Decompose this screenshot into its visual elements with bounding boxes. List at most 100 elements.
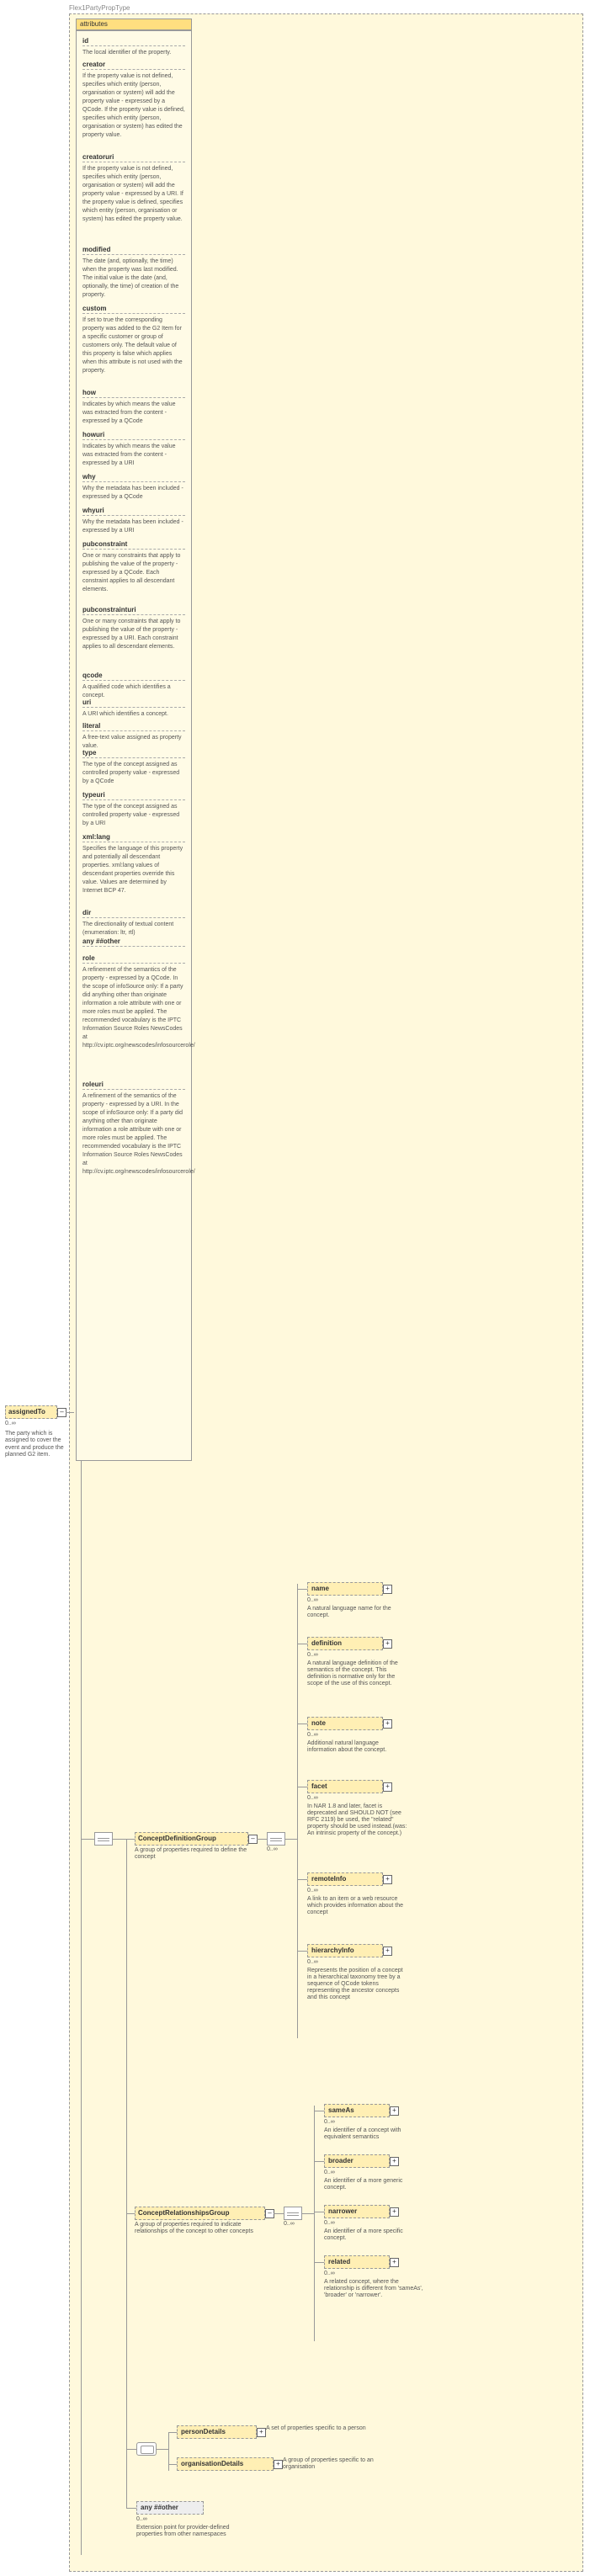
conn: [257, 1839, 267, 1840]
leaf-name[interactable]: name: [307, 1582, 383, 1596]
conn: [314, 2262, 324, 2263]
attr-howuri: howuriIndicates by which means the value…: [82, 431, 185, 467]
leaf-occ: 0..∞: [307, 1959, 318, 1966]
attr-name: custom: [82, 305, 185, 314]
attr-name: whyuri: [82, 507, 185, 516]
attr-desc: A refinement of the semantics of the pro…: [82, 967, 195, 1049]
attr-desc: The date (and, optionally, the time) whe…: [82, 258, 178, 298]
attr-why: whyWhy the metadata has been included - …: [82, 473, 185, 501]
leaf-occ: 0..∞: [324, 2170, 335, 2176]
attributes-header[interactable]: attributes: [76, 19, 192, 30]
attr-any-other: any ##other: [82, 937, 185, 948]
attr-name: how: [82, 389, 185, 398]
attr-name: creator: [82, 61, 185, 70]
leaf-desc: A related concept, where the relationshi…: [324, 2279, 425, 2299]
conn: [126, 2449, 136, 2450]
leaf-label: related: [328, 2258, 350, 2265]
concept-definition-group[interactable]: ConceptDefinitionGroup: [135, 1832, 248, 1846]
sequence-compositor: [284, 2207, 302, 2220]
root-element-label: assignedTo: [6, 1406, 56, 1417]
leaf-note[interactable]: note: [307, 1717, 383, 1730]
leaf-label: remoteInfo: [311, 1875, 346, 1883]
leaf-label: narrower: [328, 2207, 357, 2215]
attr-desc: The local identifier of the property.: [82, 50, 171, 56]
expand-toggle[interactable]: +: [257, 2428, 266, 2437]
any-other-element[interactable]: any ##other: [136, 2501, 204, 2515]
occ-label2: 0..∞: [284, 2221, 295, 2228]
expand-toggle[interactable]: +: [383, 1719, 392, 1729]
leaf-related[interactable]: related: [324, 2255, 390, 2269]
attr-name: dir: [82, 909, 185, 918]
organisation-details-label: organisationDetails: [181, 2460, 243, 2467]
attr-desc: The type of the concept assigned as cont…: [82, 762, 179, 784]
conn: [81, 1839, 94, 1840]
attr-pubconstraint: pubconstraintOne or many constraints tha…: [82, 540, 185, 593]
sequence-compositor: [94, 1832, 113, 1846]
leaf-occ: 0..∞: [307, 1652, 318, 1659]
attr-type: typeThe type of the concept assigned as …: [82, 749, 185, 785]
conn: [297, 1951, 307, 1952]
expand-toggle[interactable]: +: [383, 1875, 392, 1884]
conn: [126, 2508, 136, 2509]
attr-desc: One or many constraints that apply to pu…: [82, 553, 180, 592]
expand-toggle[interactable]: +: [274, 2460, 283, 2469]
attr-desc: A free-text value assigned as property v…: [82, 735, 182, 749]
conn: [274, 2213, 284, 2214]
person-details-label: personDetails: [181, 2428, 226, 2435]
expand-toggle[interactable]: +: [383, 1585, 392, 1594]
leaf-occ: 0..∞: [324, 2119, 335, 2126]
organisation-details[interactable]: organisationDetails: [177, 2457, 274, 2471]
attr-custom: customIf set to true the corresponding p…: [82, 305, 185, 374]
attr-role: roleA refinement of the semantics of the…: [82, 954, 185, 1049]
connector: [66, 1412, 74, 1413]
attr-name: any ##other: [82, 937, 185, 947]
expand-toggle[interactable]: +: [390, 2106, 399, 2116]
attr-desc: The type of the concept assigned as cont…: [82, 804, 179, 826]
attr-xml-lang: xml:langSpecifies the language of this p…: [82, 833, 185, 895]
leaf-label: broader: [328, 2157, 353, 2164]
leaf-desc: An identifier of a more generic concept.: [324, 2178, 425, 2191]
leaf-label: definition: [311, 1639, 342, 1647]
root-element[interactable]: assignedTo: [5, 1405, 57, 1419]
type-name: Flex1PartyPropType: [69, 4, 130, 12]
expand-toggle[interactable]: +: [383, 1639, 392, 1649]
conn: [297, 1589, 307, 1590]
expand-toggle[interactable]: +: [390, 2207, 399, 2217]
attr-creatoruri: creatoruriIf the property value is not d…: [82, 153, 185, 223]
crg-desc: A group of properties required to indica…: [135, 2222, 265, 2236]
conn: [126, 2213, 135, 2214]
leaf-hierarchyinfo[interactable]: hierarchyInfo: [307, 1944, 383, 1957]
cdg-desc: A group of properties required to define…: [135, 1847, 248, 1862]
leaf-desc: A link to an item or a web resource whic…: [307, 1896, 408, 1916]
attr-name: roleuri: [82, 1081, 185, 1090]
attr-name: uri: [82, 698, 185, 708]
conn: [302, 2213, 314, 2214]
leaf-broader[interactable]: broader: [324, 2154, 390, 2168]
leaf-facet[interactable]: facet: [307, 1780, 383, 1793]
any-other-desc: Extension point for provider-defined pro…: [136, 2525, 254, 2538]
expand-toggle[interactable]: +: [383, 1947, 392, 1956]
leaf-remoteinfo[interactable]: remoteInfo: [307, 1872, 383, 1886]
attr-typeuri: typeuriThe type of the concept assigned …: [82, 791, 185, 827]
concept-relationships-group[interactable]: ConceptRelationshipsGroup: [135, 2207, 265, 2220]
leaf-sameas[interactable]: sameAs: [324, 2104, 390, 2117]
attr-desc: Indicates by which means the value was e…: [82, 401, 176, 424]
leaf-desc: An identifier of a concept with equivale…: [324, 2127, 425, 2141]
organisation-details-desc: A group of properties specific to an org…: [283, 2457, 384, 2471]
conn: [157, 2449, 168, 2450]
attr-name: creatoruri: [82, 153, 185, 162]
expand-toggle[interactable]: +: [383, 1782, 392, 1792]
leaf-narrower[interactable]: narrower: [324, 2205, 390, 2218]
leaf-desc: Represents the position of a concept in …: [307, 1968, 408, 2001]
any-other-occ: 0..∞: [136, 2516, 147, 2523]
expand-toggle[interactable]: +: [390, 2157, 399, 2166]
expand-toggle[interactable]: +: [390, 2258, 399, 2267]
conn: [168, 2464, 177, 2465]
attributes-label: attributes: [80, 20, 108, 28]
conn: [314, 2106, 315, 2341]
attr-desc: One or many constraints that apply to pu…: [82, 619, 180, 650]
attr-literal: literalA free-text value assigned as pro…: [82, 722, 185, 750]
leaf-occ: 0..∞: [307, 1888, 318, 1894]
leaf-definition[interactable]: definition: [307, 1637, 383, 1650]
person-details[interactable]: personDetails: [177, 2425, 257, 2439]
